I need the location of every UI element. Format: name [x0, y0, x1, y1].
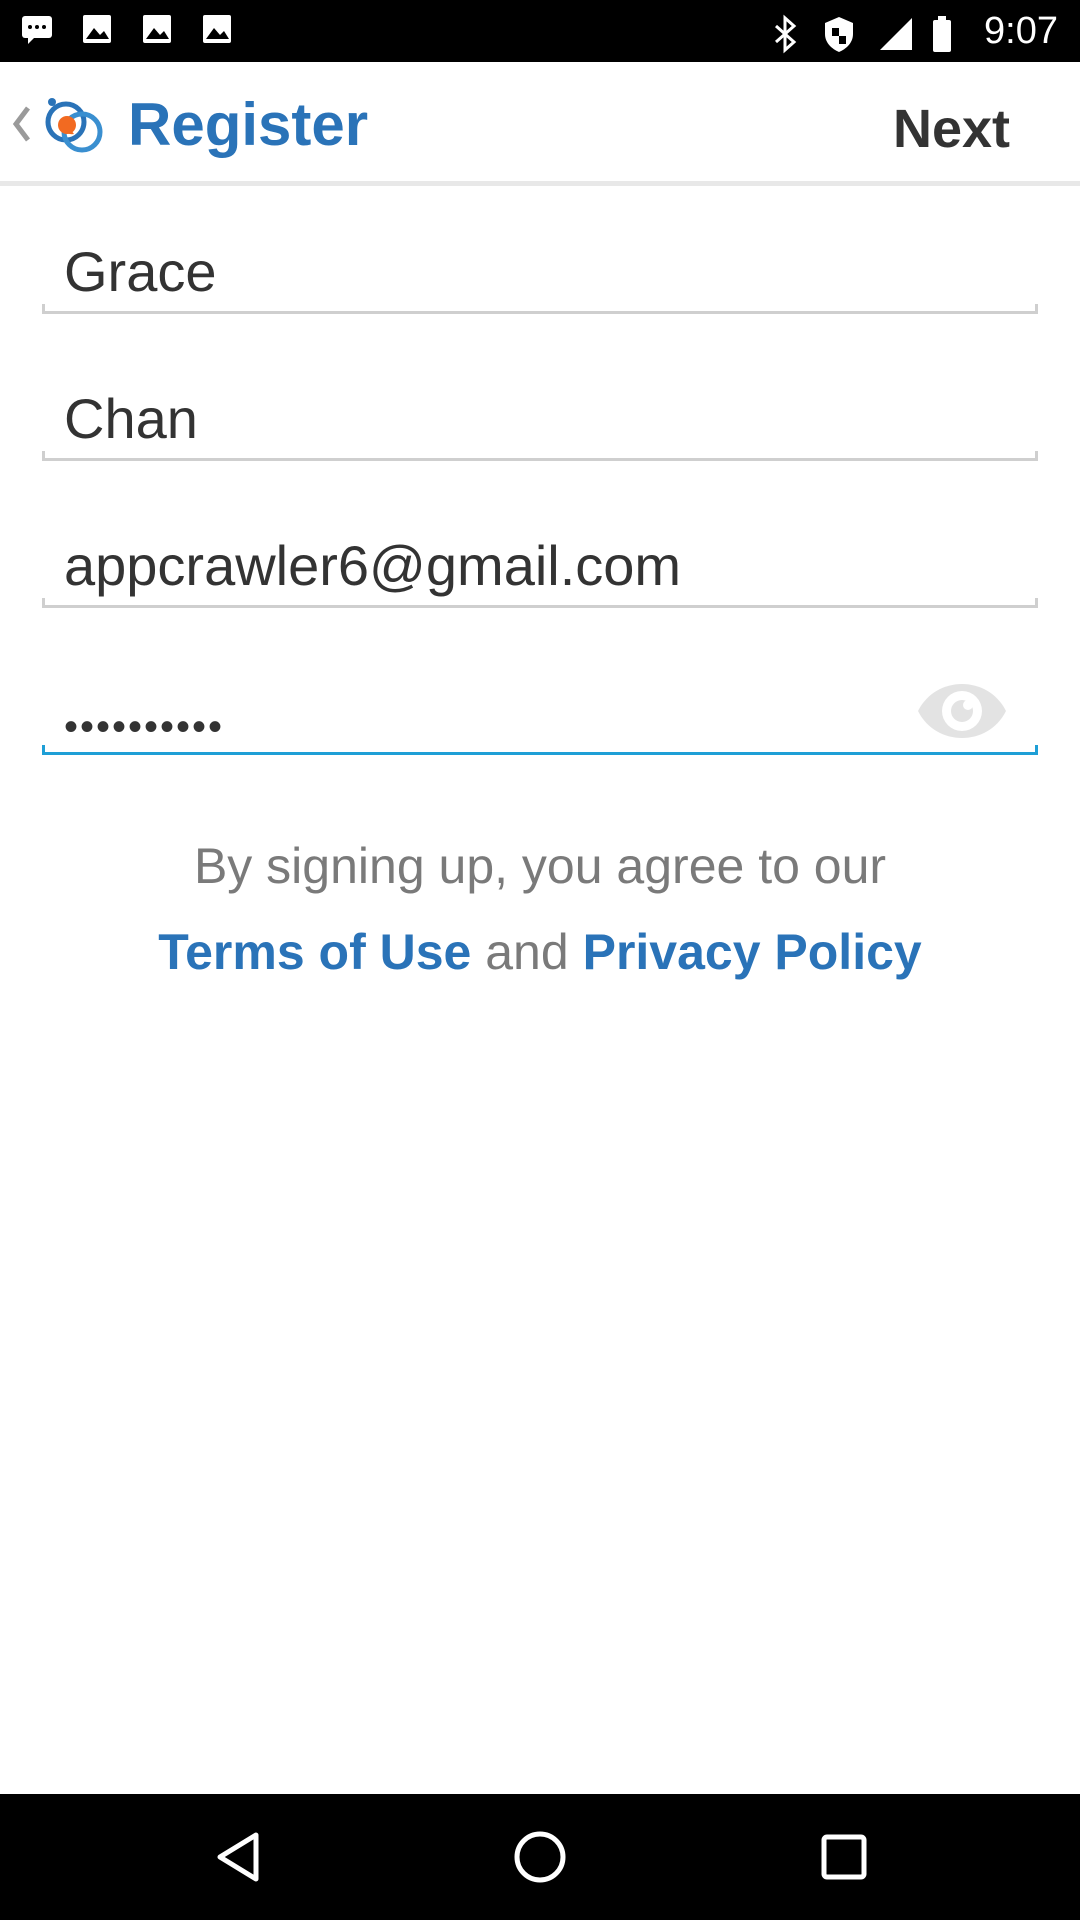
chevron-left-icon[interactable] — [10, 102, 32, 146]
first-name-field[interactable]: Grace — [42, 240, 1038, 314]
next-button[interactable]: Next — [893, 96, 1010, 162]
and-text: and — [485, 924, 569, 980]
image-icon — [200, 12, 234, 46]
agreement-links: Terms of Use and Privacy Policy — [0, 922, 1080, 982]
last-name-value: Chan — [64, 387, 198, 450]
messages-icon — [20, 12, 54, 46]
privacy-policy-link[interactable]: Privacy Policy — [583, 924, 922, 980]
triangle-back-icon[interactable] — [210, 1827, 270, 1887]
first-name-value: Grace — [64, 240, 217, 303]
agreement-text: By signing up, you agree to our — [193, 838, 887, 894]
circle-home-icon[interactable] — [510, 1827, 570, 1887]
image-icon — [80, 12, 114, 46]
signal-icon — [876, 14, 913, 50]
last-name-field[interactable]: Chan — [42, 387, 1038, 461]
eye-icon[interactable] — [914, 673, 1010, 749]
password-field[interactable]: •••••••••• — [42, 681, 1038, 755]
navigation-bar — [0, 1794, 1080, 1920]
page-title: Register — [128, 91, 369, 158]
image-icon — [140, 12, 174, 46]
notification-icons — [20, 12, 234, 46]
bluetooth-icon — [768, 14, 802, 54]
app-logo-icon[interactable] — [38, 92, 110, 158]
clock: 9:07 — [984, 10, 1058, 52]
shield-icon — [822, 14, 856, 52]
email-value: appcrawler6@gmail.com — [64, 534, 682, 597]
system-icons: 9:07 — [768, 8, 1058, 54]
square-recents-icon[interactable] — [814, 1827, 874, 1887]
app-bar: Register Next — [0, 62, 1080, 186]
terms-of-use-link[interactable]: Terms of Use — [158, 924, 471, 980]
battery-icon — [930, 14, 964, 52]
password-value: •••••••••• — [64, 705, 225, 749]
email-field[interactable]: appcrawler6@gmail.com — [42, 534, 1038, 608]
status-bar: 9:07 — [0, 0, 1080, 62]
